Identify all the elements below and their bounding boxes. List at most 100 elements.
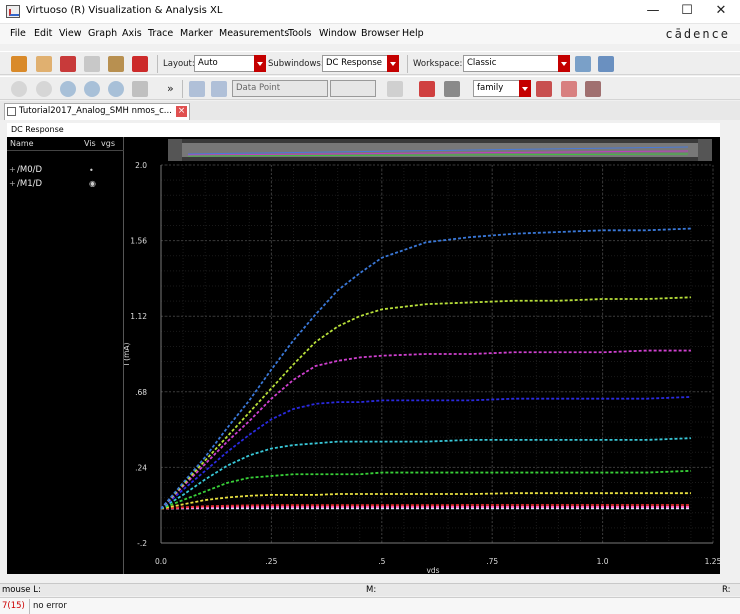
signal-name: /M0/D <box>17 165 43 175</box>
back-arrow-icon[interactable] <box>189 81 205 97</box>
mouse-left-status: mouse L: <box>2 585 41 595</box>
visibility-toggle-m0[interactable]: • <box>89 166 94 175</box>
pan-icon[interactable] <box>132 81 148 97</box>
toolbar-separator <box>407 55 408 73</box>
close-button[interactable]: ✕ <box>704 0 738 24</box>
window-title: Virtuoso (R) Visualization & Analysis XL <box>26 5 223 16</box>
delete-icon[interactable] <box>132 56 148 72</box>
layout-select[interactable]: Auto <box>194 55 266 72</box>
plot-area[interactable]: 2.0 1.56 1.12 .68 .24 -.2 0.0 .25 .5 .75 1.0 1.25 vd… <box>122 137 722 575</box>
maximize-button[interactable]: ☐ <box>670 0 704 24</box>
dc-response-chart[interactable]: 2.0 1.56 1.12 .68 .24 -.2 0.0 .25 .5 .75 1.0 1.25 vd… <box>122 137 722 575</box>
x-tick-label: 0.0 <box>155 557 167 566</box>
zoom-fit-icon[interactable] <box>60 81 76 97</box>
message-divider <box>29 599 30 614</box>
family-select[interactable]: family <box>473 80 531 97</box>
legend-col-vgs: vgs <box>101 139 115 148</box>
paste-icon[interactable] <box>108 56 124 72</box>
trace-legend-panel: Name Vis vgs +/M0/D • +/M1/D ◉ <box>7 137 124 574</box>
redo-icon[interactable] <box>36 56 52 72</box>
copy-icon[interactable] <box>84 56 100 72</box>
legend-signal-m1[interactable]: +/M1/D <box>9 179 42 189</box>
subwindows-value: DC Response <box>326 58 383 68</box>
menu-bar: File Edit View Graph Axis Trace Marker M… <box>0 24 740 44</box>
stop-icon[interactable] <box>11 81 27 97</box>
cut-icon[interactable] <box>60 56 76 72</box>
menu-file[interactable]: File <box>10 28 26 39</box>
tab-label: Tutorial2017_Analog_SMH nmos_c... <box>19 106 172 116</box>
menu-axis[interactable]: Axis <box>122 28 142 39</box>
data-point-select[interactable]: Data Point <box>232 80 328 97</box>
menu-trace[interactable]: Trace <box>148 28 173 39</box>
legend-col-name: Name <box>10 139 34 148</box>
toolbar-secondary: » Data Point family <box>0 76 740 100</box>
chevron-down-icon <box>387 55 399 72</box>
y-tick-label: .68 <box>135 388 147 397</box>
menu-window[interactable]: Window <box>319 28 356 39</box>
command-count: 7(15) <box>2 601 25 611</box>
y-tick-label: 1.12 <box>130 312 147 321</box>
toolbar-main: Layout: Auto Subwindows: DC Response Wor… <box>0 51 740 75</box>
subwindow-title: DC Response <box>7 123 720 137</box>
legend-header: Name Vis vgs <box>7 137 124 151</box>
x-tick-label: .5 <box>378 557 385 566</box>
family-value: family <box>477 83 504 93</box>
menu-tools[interactable]: Tools <box>288 28 311 39</box>
slider-graphic <box>168 139 712 161</box>
menu-help[interactable]: Help <box>402 28 424 39</box>
more-tools-button[interactable]: » <box>167 82 174 95</box>
y-tick-label: 2.0 <box>135 161 147 170</box>
minimize-button[interactable]: — <box>636 0 670 24</box>
y-tick-label: -.2 <box>137 539 147 548</box>
toolbar-separator <box>157 55 158 73</box>
y-axis-label: I (mA) <box>124 342 131 365</box>
undo-icon[interactable] <box>11 56 27 72</box>
status-bar: mouse L: M: R: <box>0 583 740 596</box>
menu-edit[interactable]: Edit <box>34 28 52 39</box>
menu-graph[interactable]: Graph <box>88 28 117 39</box>
workspace-value: Classic <box>467 58 497 68</box>
save-workspace-icon[interactable] <box>575 56 591 72</box>
zoom-in-icon[interactable] <box>84 81 100 97</box>
histogram-icon[interactable] <box>585 81 601 97</box>
chevron-down-icon <box>519 80 531 97</box>
slider-right-handle[interactable] <box>698 139 712 161</box>
status-message: no error <box>33 601 67 611</box>
close-icon[interactable]: × <box>176 106 187 117</box>
x-range-slider[interactable] <box>168 139 712 161</box>
workspace-label: Workspace: <box>413 59 463 69</box>
slider-left-handle[interactable] <box>168 139 182 161</box>
x-tick-label: .25 <box>265 557 277 566</box>
right-gutter <box>720 120 740 575</box>
info-icon[interactable] <box>444 81 460 97</box>
menu-marker[interactable]: Marker <box>180 28 213 39</box>
x-tick-label: 1.25 <box>705 557 720 566</box>
zoom-out-icon[interactable] <box>108 81 124 97</box>
menu-measurements[interactable]: Measurements <box>219 28 289 39</box>
x-tick-label: 1.0 <box>597 557 609 566</box>
spectrum-icon[interactable] <box>561 81 577 97</box>
message-bar: 7(15) no error <box>0 597 740 614</box>
family-plot-icon[interactable] <box>536 81 552 97</box>
legend-signal-m0[interactable]: +/M0/D <box>9 165 42 175</box>
legend-col-vis: Vis <box>84 139 96 148</box>
menu-view[interactable]: View <box>59 28 82 39</box>
tab-tutorial[interactable]: Tutorial2017_Analog_SMH nmos_c... × <box>4 103 190 120</box>
menu-browser[interactable]: Browser <box>361 28 400 39</box>
visibility-toggle-m1[interactable]: ◉ <box>89 179 96 188</box>
title-bar: Virtuoso (R) Visualization & Analysis XL… <box>0 0 740 24</box>
expand-icon[interactable]: + <box>9 165 17 174</box>
expand-icon[interactable]: + <box>9 179 17 188</box>
mouse-right-status: R: <box>722 585 731 595</box>
forward-arrow-icon[interactable] <box>211 81 227 97</box>
calculator-icon[interactable] <box>387 81 403 97</box>
refresh-icon[interactable] <box>36 81 52 97</box>
data-point-field[interactable] <box>330 80 376 97</box>
workspace-select[interactable]: Classic <box>463 55 570 72</box>
data-series-line[interactable] <box>160 396 691 510</box>
load-workspace-icon[interactable] <box>598 56 614 72</box>
subwindows-label: Subwindows: <box>268 59 324 69</box>
flag-icon[interactable] <box>419 81 435 97</box>
tab-strip: Tutorial2017_Analog_SMH nmos_c... × <box>0 101 740 120</box>
subwindows-select[interactable]: DC Response <box>322 55 399 72</box>
